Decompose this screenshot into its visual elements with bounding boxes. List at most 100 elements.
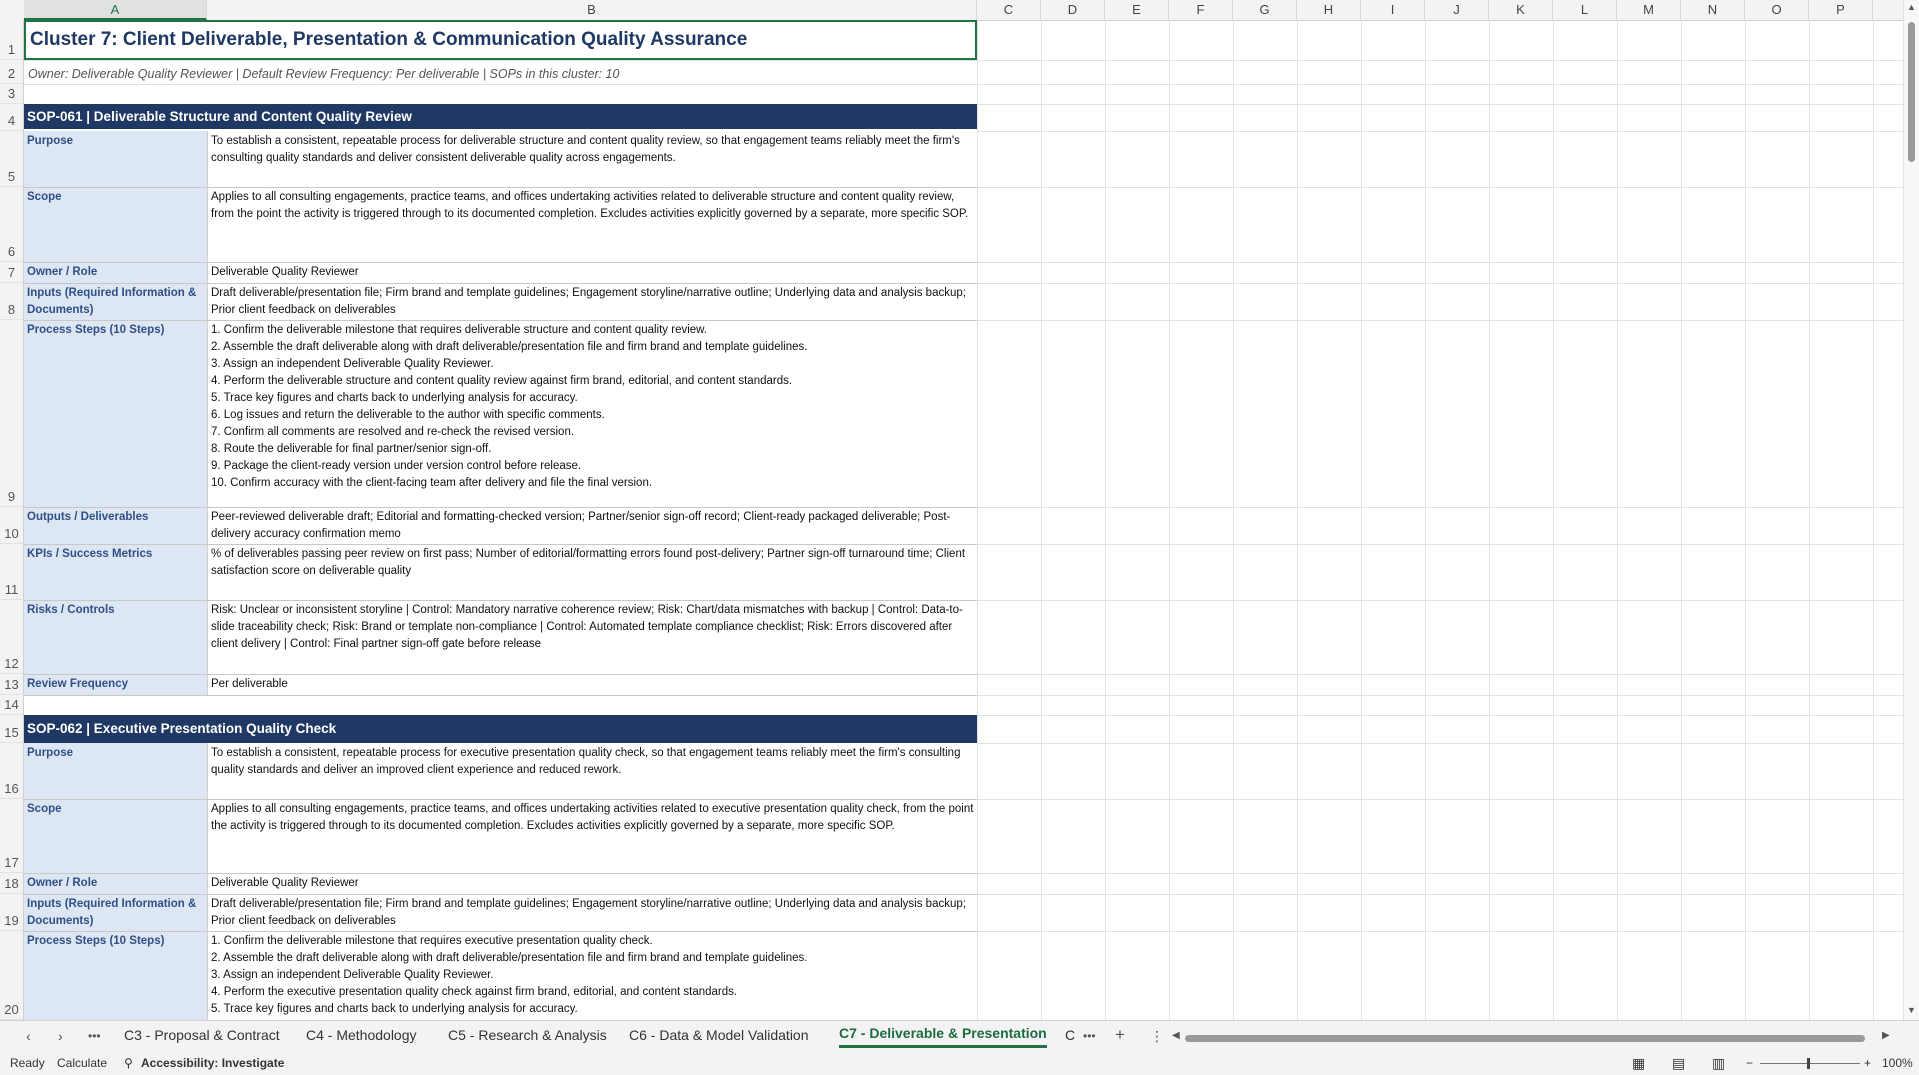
sop061-inputs[interactable]: Draft deliverable/presentation file; Fir… bbox=[207, 283, 977, 320]
column-header-m[interactable]: M bbox=[1617, 0, 1681, 20]
sheet-title[interactable]: Cluster 7: Client Deliverable, Presentat… bbox=[24, 20, 977, 60]
sop062-owner[interactable]: Deliverable Quality Reviewer bbox=[207, 873, 977, 894]
zoom-level[interactable]: 100% bbox=[1882, 1052, 1913, 1075]
sop062-scope[interactable]: Applies to all consulting engagements, p… bbox=[207, 799, 977, 873]
row-header-13[interactable]: 13 bbox=[0, 674, 24, 695]
select-all-corner[interactable] bbox=[0, 0, 25, 20]
row-header-7[interactable]: 7 bbox=[0, 262, 24, 283]
column-header-c[interactable]: C bbox=[977, 0, 1041, 20]
sop061-label-purpose[interactable]: Purpose bbox=[24, 131, 207, 187]
column-header-l[interactable]: L bbox=[1553, 0, 1617, 20]
horizontal-scroll-thumb[interactable] bbox=[1185, 1035, 1865, 1042]
sop061-label-risks[interactable]: Risks / Controls bbox=[24, 600, 207, 674]
sheet-menu-icon[interactable]: ⋮ bbox=[1150, 1028, 1164, 1045]
column-header-a[interactable]: A bbox=[24, 0, 207, 20]
column-header-n[interactable]: N bbox=[1681, 0, 1745, 20]
sop061-process-steps[interactable]: 1. Confirm the deliverable milestone tha… bbox=[207, 320, 977, 507]
sop061-label-kpis[interactable]: KPIs / Success Metrics bbox=[24, 544, 207, 600]
row-header-12[interactable]: 12 bbox=[0, 600, 24, 674]
row-header-17[interactable]: 17 bbox=[0, 799, 24, 873]
row-header-9[interactable]: 9 bbox=[0, 320, 24, 507]
scroll-left-icon[interactable]: ◀ bbox=[1172, 1030, 1180, 1041]
column-header-i[interactable]: I bbox=[1361, 0, 1425, 20]
sop061-label-scope[interactable]: Scope bbox=[24, 187, 207, 262]
page-break-icon[interactable]: ▥ bbox=[1712, 1052, 1725, 1075]
chevron-right-icon[interactable]: › bbox=[58, 1028, 63, 1044]
scroll-down-icon[interactable]: ▼ bbox=[1904, 1005, 1919, 1015]
worksheet-grid[interactable]: Cluster 7: Client Deliverable, Presentat… bbox=[24, 20, 1904, 1020]
row-header-6[interactable]: 6 bbox=[0, 187, 24, 262]
normal-view-icon[interactable]: ▦ bbox=[1632, 1052, 1645, 1075]
sop061-risks[interactable]: Risk: Unclear or inconsistent storyline … bbox=[207, 600, 977, 674]
row-header-14[interactable]: 14 bbox=[0, 695, 24, 715]
column-header-f[interactable]: F bbox=[1169, 0, 1233, 20]
column-header-o[interactable]: O bbox=[1745, 0, 1809, 20]
tab-partial[interactable]: C bbox=[1065, 1027, 1075, 1043]
sop062-process-steps[interactable]: 1. Confirm the deliverable milestone tha… bbox=[207, 931, 977, 1020]
column-header-e[interactable]: E bbox=[1105, 0, 1169, 20]
row-header-11[interactable]: 11 bbox=[0, 544, 24, 600]
column-header-g[interactable]: G bbox=[1233, 0, 1297, 20]
tab-c4[interactable]: C4 - Methodology bbox=[306, 1027, 417, 1043]
more-tabs-right-icon[interactable]: ••• bbox=[1083, 1029, 1096, 1043]
more-tabs-left-icon[interactable]: ••• bbox=[88, 1029, 101, 1043]
sop062-inputs[interactable]: Draft deliverable/presentation file; Fir… bbox=[207, 894, 977, 931]
vertical-scrollbar[interactable]: ▲ ▼ bbox=[1903, 0, 1919, 1020]
add-sheet-button[interactable]: + bbox=[1115, 1025, 1125, 1045]
tab-c3[interactable]: C3 - Proposal & Contract bbox=[124, 1027, 280, 1043]
row-header-15[interactable]: 15 bbox=[0, 715, 24, 743]
sop061-scope[interactable]: Applies to all consulting engagements, p… bbox=[207, 187, 977, 262]
column-header-h[interactable]: H bbox=[1297, 0, 1361, 20]
zoom-slider[interactable] bbox=[1760, 1063, 1860, 1064]
row-header-5[interactable]: 5 bbox=[0, 131, 24, 187]
sop062-label-owner[interactable]: Owner / Role bbox=[24, 873, 207, 894]
sop062-label-process[interactable]: Process Steps (10 Steps) bbox=[24, 931, 207, 1020]
zoom-slider-thumb[interactable] bbox=[1807, 1058, 1810, 1069]
row-header-18[interactable]: 18 bbox=[0, 873, 24, 894]
sop061-review-frequency[interactable]: Per deliverable bbox=[207, 674, 977, 695]
row-header-2[interactable]: 2 bbox=[0, 60, 24, 84]
sop062-label-purpose[interactable]: Purpose bbox=[24, 743, 207, 799]
scroll-up-icon[interactable]: ▲ bbox=[1904, 2, 1919, 12]
row-header-4[interactable]: 4 bbox=[0, 104, 24, 131]
sop061-owner[interactable]: Deliverable Quality Reviewer bbox=[207, 262, 977, 283]
vertical-scroll-thumb[interactable] bbox=[1908, 22, 1915, 162]
sop061-label-inputs[interactable]: Inputs (Required Information & Documents… bbox=[24, 283, 207, 320]
sop061-purpose[interactable]: To establish a consistent, repeatable pr… bbox=[207, 131, 977, 187]
sop061-label-outputs[interactable]: Outputs / Deliverables bbox=[24, 507, 207, 544]
sop061-label-process[interactable]: Process Steps (10 Steps) bbox=[24, 320, 207, 507]
column-header-j[interactable]: J bbox=[1425, 0, 1489, 20]
sop-header-061[interactable]: SOP-061 | Deliverable Structure and Cont… bbox=[24, 104, 977, 129]
row-header-3[interactable]: 3 bbox=[0, 84, 24, 104]
status-calculate[interactable]: Calculate bbox=[57, 1052, 107, 1075]
column-header-p[interactable]: P bbox=[1809, 0, 1873, 20]
accessibility-icon[interactable]: ⚲ bbox=[124, 1052, 133, 1075]
chevron-left-icon[interactable]: ‹ bbox=[26, 1028, 31, 1044]
column-header-d[interactable]: D bbox=[1041, 0, 1105, 20]
sop-header-062[interactable]: SOP-062 | Executive Presentation Quality… bbox=[24, 715, 977, 743]
zoom-out-button[interactable]: − bbox=[1746, 1052, 1753, 1075]
column-header-b[interactable]: B bbox=[207, 0, 977, 20]
tab-c7[interactable]: C7 - Deliverable & Presentation bbox=[839, 1025, 1047, 1048]
tab-c6[interactable]: C6 - Data & Model Validation bbox=[629, 1027, 809, 1043]
sop062-label-inputs[interactable]: Inputs (Required Information & Documents… bbox=[24, 894, 207, 931]
sop061-label-review[interactable]: Review Frequency bbox=[24, 674, 207, 695]
sop062-label-scope[interactable]: Scope bbox=[24, 799, 207, 873]
row-header-20[interactable]: 20 bbox=[0, 931, 24, 1020]
row-header-8[interactable]: 8 bbox=[0, 283, 24, 320]
zoom-in-button[interactable]: + bbox=[1864, 1052, 1871, 1075]
page-layout-icon[interactable]: ▤ bbox=[1672, 1052, 1685, 1075]
sop062-purpose[interactable]: To establish a consistent, repeatable pr… bbox=[207, 743, 977, 799]
sop061-label-owner[interactable]: Owner / Role bbox=[24, 262, 207, 283]
accessibility-status[interactable]: Accessibility: Investigate bbox=[141, 1052, 284, 1075]
row-header-10[interactable]: 10 bbox=[0, 507, 24, 544]
sop061-kpis[interactable]: % of deliverables passing peer review on… bbox=[207, 544, 977, 600]
row-header-19[interactable]: 19 bbox=[0, 894, 24, 931]
row-header-1[interactable]: 1 bbox=[0, 20, 24, 60]
column-header-k[interactable]: K bbox=[1489, 0, 1553, 20]
scroll-right-icon[interactable]: ▶ bbox=[1882, 1030, 1890, 1041]
tab-c5[interactable]: C5 - Research & Analysis bbox=[448, 1027, 607, 1043]
row-header-16[interactable]: 16 bbox=[0, 743, 24, 799]
sheet-subtitle[interactable]: Owner: Deliverable Quality Reviewer | De… bbox=[24, 63, 623, 85]
sop061-outputs[interactable]: Peer-reviewed deliverable draft; Editori… bbox=[207, 507, 977, 544]
